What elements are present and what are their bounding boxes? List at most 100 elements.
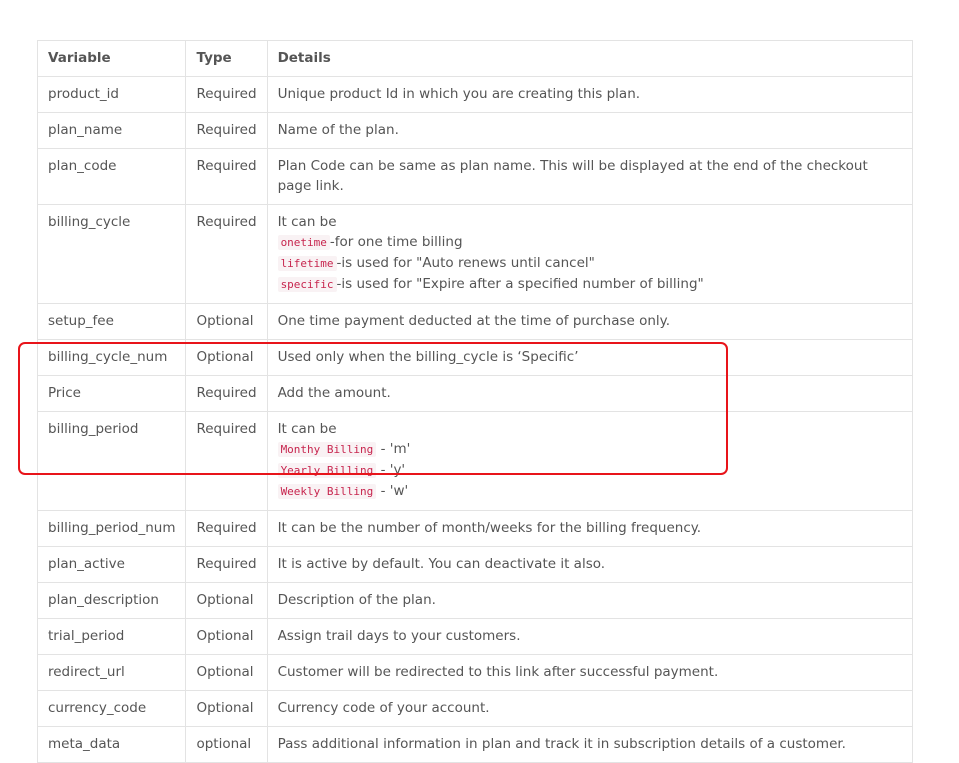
cell-variable: product_id	[36, 76, 187, 113]
cell-variable: setup_fee	[36, 303, 187, 340]
option-description: -is used for "Auto renews until cancel"	[336, 255, 595, 271]
table-row: Price Required Add the amount.	[36, 375, 914, 412]
details-option-line: onetime -for one time billing	[277, 232, 902, 253]
table-row: redirect_url Optional Customer will be red…	[36, 654, 914, 691]
details-text: Customer will be redirected to this link…	[277, 664, 719, 680]
cell-details: Used only when the billing_cycle is ‘Spe…	[266, 339, 914, 376]
cell-type: Optional	[185, 582, 268, 619]
cell-details: One time payment deducted at the time of…	[266, 303, 914, 340]
cell-details: Add the amount.	[266, 375, 914, 412]
table-header: Variable Type Details	[36, 40, 914, 77]
table-row: meta_data optional Pass additional informa…	[36, 726, 914, 763]
table-row: plan_active Required It is active by defau…	[36, 546, 914, 583]
parameters-table-container: Variable Type Details product_id Required…	[36, 40, 914, 763]
table-row: product_id Required Unique product Id in w…	[36, 76, 914, 113]
details-text: It can be	[277, 214, 337, 230]
cell-type: Required	[185, 510, 268, 547]
cell-details: Unique product Id in which you are creat…	[266, 76, 914, 113]
header-type: Type	[185, 40, 268, 77]
option-code: specific	[277, 277, 337, 292]
details-text: It can be the number of month/weeks for …	[277, 520, 702, 536]
cell-type: Required	[185, 375, 268, 412]
option-code: Yearly Billing	[277, 463, 377, 478]
table-row: plan_code Required Plan Code can be same a…	[36, 148, 914, 205]
cell-type: Required	[185, 204, 268, 304]
details-text: Pass additional information in plan and …	[277, 736, 846, 752]
details-option-line: specific -is used for "Expire after a spe…	[277, 274, 902, 295]
details-text: Plan Code can be same as plan name. This…	[277, 158, 868, 194]
table-row: billing_cycle_num Optional Used only when …	[36, 339, 914, 376]
option-code: onetime	[277, 235, 330, 250]
option-description: - 'w'	[376, 483, 409, 499]
details-option-line: Yearly Billing - 'y'	[277, 460, 902, 481]
cell-type: Optional	[185, 654, 268, 691]
cell-type: Required	[185, 546, 268, 583]
option-code: Weekly Billing	[277, 484, 377, 499]
table-row: plan_description Optional Description of t…	[36, 582, 914, 619]
option-description: -is used for "Expire after a specified n…	[336, 276, 704, 292]
cell-details: Currency code of your account.	[266, 690, 914, 727]
cell-variable: Price	[36, 375, 187, 412]
header-variable: Variable	[36, 40, 187, 77]
details-text: Used only when the billing_cycle is ‘Spe…	[277, 349, 579, 365]
cell-details: It can be Monthy Billing - 'm' Yearly Bill…	[266, 411, 914, 511]
details-text: Currency code of your account.	[277, 700, 490, 716]
cell-details: Name of the plan.	[266, 112, 914, 149]
cell-variable: billing_cycle_num	[36, 339, 187, 376]
cell-variable: plan_code	[36, 148, 187, 205]
details-text: Description of the plan.	[277, 592, 436, 608]
table-row: trial_period Optional Assign trail days to…	[36, 618, 914, 655]
cell-variable: billing_cycle	[36, 204, 187, 304]
cell-type: Required	[185, 76, 268, 113]
cell-type: Required	[185, 148, 268, 205]
details-text: Name of the plan.	[277, 122, 399, 138]
parameters-table: Variable Type Details product_id Required…	[36, 40, 914, 763]
cell-variable: currency_code	[36, 690, 187, 727]
cell-details: Pass additional information in plan and …	[266, 726, 914, 763]
details-option-line: Weekly Billing - 'w'	[277, 481, 902, 502]
table-row: plan_name Required Name of the plan.	[36, 112, 914, 149]
cell-type: optional	[185, 726, 268, 763]
cell-details: It can be the number of month/weeks for …	[266, 510, 914, 547]
cell-variable: plan_active	[36, 546, 187, 583]
cell-variable: meta_data	[36, 726, 187, 763]
details-text: Assign trail days to your customers.	[277, 628, 521, 644]
table-row: currency_code Optional Currency code of yo…	[36, 690, 914, 727]
cell-details: It is active by default. You can deactiv…	[266, 546, 914, 583]
table-row: billing_period Required It can be Monthy Bi…	[36, 411, 914, 511]
cell-type: Optional	[185, 618, 268, 655]
details-text: One time payment deducted at the time of…	[277, 313, 671, 329]
option-code: Monthy Billing	[277, 442, 377, 457]
cell-details: Description of the plan.	[266, 582, 914, 619]
details-text: Unique product Id in which you are creat…	[277, 86, 641, 102]
cell-variable: plan_description	[36, 582, 187, 619]
option-description: - 'm'	[376, 441, 411, 457]
table-row: billing_period_num Required It can be the …	[36, 510, 914, 547]
cell-variable: billing_period	[36, 411, 187, 511]
header-details: Details	[266, 40, 914, 77]
header-row: Variable Type Details	[36, 40, 914, 77]
cell-details: Assign trail days to your customers.	[266, 618, 914, 655]
details-option-line: Monthy Billing - 'm'	[277, 439, 902, 460]
cell-variable: redirect_url	[36, 654, 187, 691]
option-description: - 'y'	[376, 462, 406, 478]
cell-type: Optional	[185, 339, 268, 376]
option-code: lifetime	[277, 256, 337, 271]
cell-details: Customer will be redirected to this link…	[266, 654, 914, 691]
cell-type: Required	[185, 411, 268, 511]
cell-variable: trial_period	[36, 618, 187, 655]
details-text: Add the amount.	[277, 385, 391, 401]
details-text: It is active by default. You can deactiv…	[277, 556, 606, 572]
table-row: setup_fee Optional One time payment deduct…	[36, 303, 914, 340]
cell-variable: billing_period_num	[36, 510, 187, 547]
table-row: billing_cycle Required It can be onetime -fo…	[36, 204, 914, 304]
cell-variable: plan_name	[36, 112, 187, 149]
details-option-line: lifetime -is used for "Auto renews until …	[277, 253, 902, 274]
cell-details: It can be onetime -for one time billing lif…	[266, 204, 914, 304]
table-body: product_id Required Unique product Id in w…	[36, 76, 914, 763]
details-text: It can be	[277, 421, 337, 437]
cell-type: Optional	[185, 690, 268, 727]
cell-type: Required	[185, 112, 268, 149]
cell-details: Plan Code can be same as plan name. This…	[266, 148, 914, 205]
option-description: -for one time billing	[329, 234, 463, 250]
